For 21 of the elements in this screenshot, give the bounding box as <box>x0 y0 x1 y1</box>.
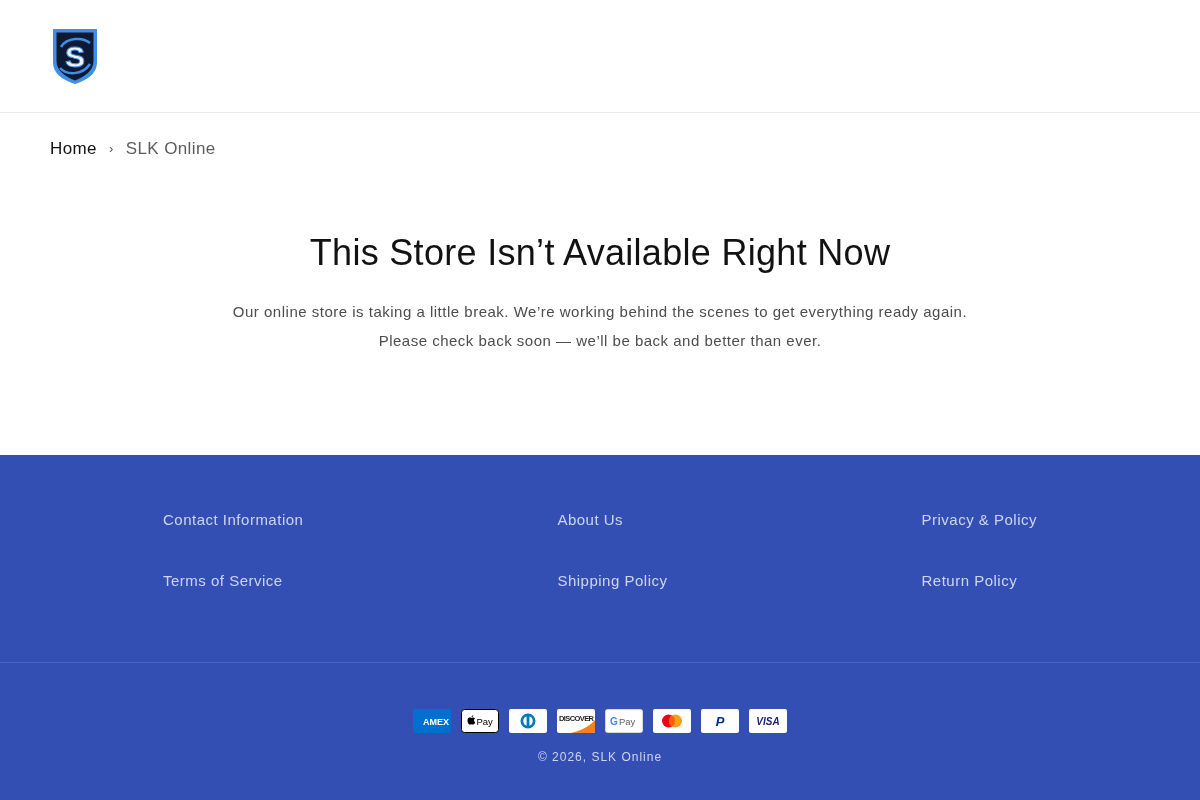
breadcrumb-link[interactable]: Home <box>50 137 97 161</box>
payment-logo: AMEX <box>413 709 451 733</box>
payment-logo: P <box>701 709 739 733</box>
shield-logo: S <box>52 28 98 85</box>
payment-logo <box>653 709 691 733</box>
footer-link[interactable]: Terms of Service <box>163 569 304 593</box>
breadcrumb-current: SLK Online <box>125 138 216 160</box>
payment-logo: GPay <box>605 709 643 733</box>
footer-link[interactable]: Contact Information <box>163 508 304 532</box>
payment-logo: VISA <box>749 709 787 733</box>
breadcrumb-separator: › <box>108 140 114 158</box>
payment-logo <box>509 709 547 733</box>
message-text: Our online store is taking a little break. We’re working behind the scenes to get everything ready again. <box>232 302 968 322</box>
copyright-text: © 2026, SLK Online <box>537 749 663 765</box>
message-text: Please check back soon — we’ll be back and better than ever. <box>378 331 822 351</box>
payment-logo: Pay <box>461 709 499 733</box>
footer-link[interactable]: Privacy & Policy <box>921 508 1037 532</box>
footer-link[interactable]: Return Policy <box>921 569 1037 593</box>
page-heading: This Store Isn’t Available Right Now <box>309 231 891 275</box>
footer-link[interactable]: Shipping Policy <box>557 569 668 593</box>
footer-link[interactable]: About Us <box>557 508 668 532</box>
